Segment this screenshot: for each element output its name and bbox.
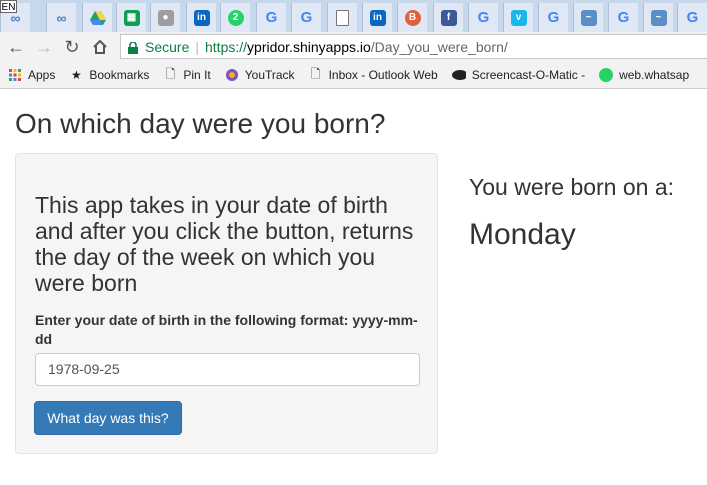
document-icon	[336, 9, 349, 26]
whatsapp-icon	[599, 68, 614, 82]
result-label: You were born on a:	[469, 174, 675, 200]
bookmark-label: Screencast-O-Matic -	[471, 68, 586, 82]
bookmark-label: Apps	[28, 68, 56, 82]
linkedin-icon: in	[369, 9, 386, 26]
reload-icon[interactable]: ↻	[60, 35, 84, 59]
lock-icon	[127, 40, 139, 54]
bookmark-label: Bookmarks	[89, 68, 150, 82]
url-scheme: https://	[205, 38, 248, 55]
tab[interactable]: v	[503, 3, 533, 32]
tab[interactable]: G	[538, 3, 568, 32]
bookmark-label: web.whatsap	[619, 68, 690, 82]
tab[interactable]: 2	[220, 3, 250, 32]
url-path: /Day_you_were_born/	[370, 38, 508, 55]
app-icon: ~	[580, 9, 597, 26]
browser-toolbar: ← → ↻ Secure | https://ypridor.shinyapps…	[0, 32, 707, 63]
vimeo-icon: v	[510, 9, 527, 26]
app-description: This app takes in your date of birth and…	[35, 192, 414, 296]
linkedin-icon: in	[193, 9, 210, 26]
facebook-icon: f	[440, 9, 457, 26]
bookmark-screencast[interactable]: Screencast-O-Matic -	[451, 68, 586, 82]
address-bar[interactable]: Secure | https://ypridor.shinyapps.io/Da…	[120, 34, 707, 59]
app-icon: ~	[650, 9, 667, 26]
tab[interactable]: f	[433, 3, 463, 32]
back-arrow-icon[interactable]: ←	[4, 35, 28, 59]
whatsapp-icon: 2	[227, 9, 244, 26]
date-input-label: Enter your date of birth in the followin…	[35, 312, 418, 347]
tab[interactable]: B	[397, 3, 427, 32]
bookmark-whatsapp[interactable]: web.whatsap	[599, 68, 689, 82]
tab[interactable]: in	[362, 3, 392, 32]
blogger-icon: B	[404, 9, 421, 26]
home-icon[interactable]	[88, 35, 112, 59]
bookmark-label: Pin It	[183, 68, 211, 82]
google-icon: G	[686, 9, 699, 26]
google-icon: G	[265, 9, 278, 26]
google-sheets-icon: ▦	[123, 9, 140, 26]
result-value: Monday	[469, 218, 576, 251]
secure-label: Secure	[145, 38, 190, 55]
google-drive-icon	[89, 10, 106, 26]
bookmark-bookmarks[interactable]: ★ Bookmarks	[69, 68, 149, 82]
page-icon: 🗋	[165, 66, 176, 81]
address-separator: |	[195, 38, 199, 55]
tab[interactable]: ∞	[46, 3, 76, 32]
bookmark-label: YouTrack	[244, 68, 295, 82]
tab[interactable]	[327, 3, 357, 32]
tab[interactable]: ~	[573, 3, 603, 32]
input-language-indicator: EN	[0, 0, 17, 13]
apps-grid-icon	[8, 68, 22, 82]
google-icon: G	[300, 9, 313, 26]
tab[interactable]: ▦	[116, 3, 146, 32]
tab[interactable]: G	[291, 3, 321, 32]
bookmark-label: Inbox - Outlook Web	[328, 68, 438, 82]
forward-arrow-icon[interactable]: →	[32, 35, 56, 59]
tab[interactable]: G	[468, 3, 498, 32]
browser-tab-strip: ∞ ∞ ▦ ● in 2 G G in B f G v G ~ G ~ G EN	[0, 0, 707, 32]
bookmark-inbox-outlook[interactable]: 🗋 Inbox - Outlook Web	[309, 66, 438, 83]
youtrack-icon	[225, 68, 239, 82]
url-host: ypridor.shinyapps.io	[247, 38, 371, 55]
sidebar-panel: This app takes in your date of birth and…	[15, 153, 438, 454]
tab[interactable]: in	[186, 3, 216, 32]
page-icon: 🗋	[310, 66, 321, 81]
tab[interactable]: G	[677, 3, 707, 32]
tab[interactable]: G	[608, 3, 638, 32]
link-icon: ∞	[56, 9, 67, 26]
bookmark-youtrack[interactable]: YouTrack	[225, 68, 295, 82]
star-icon: ★	[70, 68, 82, 82]
tab[interactable]: ●	[150, 3, 180, 32]
date-of-birth-input[interactable]: 1978-09-25	[35, 353, 420, 386]
app-icon: ●	[157, 9, 174, 26]
submit-button[interactable]: What day was this?	[34, 401, 182, 435]
google-icon: G	[547, 9, 560, 26]
google-icon: G	[477, 9, 490, 26]
page-title: On which day were you born?	[15, 108, 386, 139]
google-icon: G	[617, 9, 630, 26]
tab[interactable]: G	[256, 3, 286, 32]
bookmark-apps[interactable]: Apps	[8, 68, 55, 82]
tab[interactable]: ~	[643, 3, 673, 32]
tab[interactable]	[82, 3, 112, 32]
bookmark-pin-it[interactable]: 🗋 Pin It	[163, 66, 211, 83]
screencast-icon	[451, 68, 466, 82]
bookmarks-bar: Apps ★ Bookmarks 🗋 Pin It YouTrack 🗋 Inbox …	[0, 62, 707, 89]
